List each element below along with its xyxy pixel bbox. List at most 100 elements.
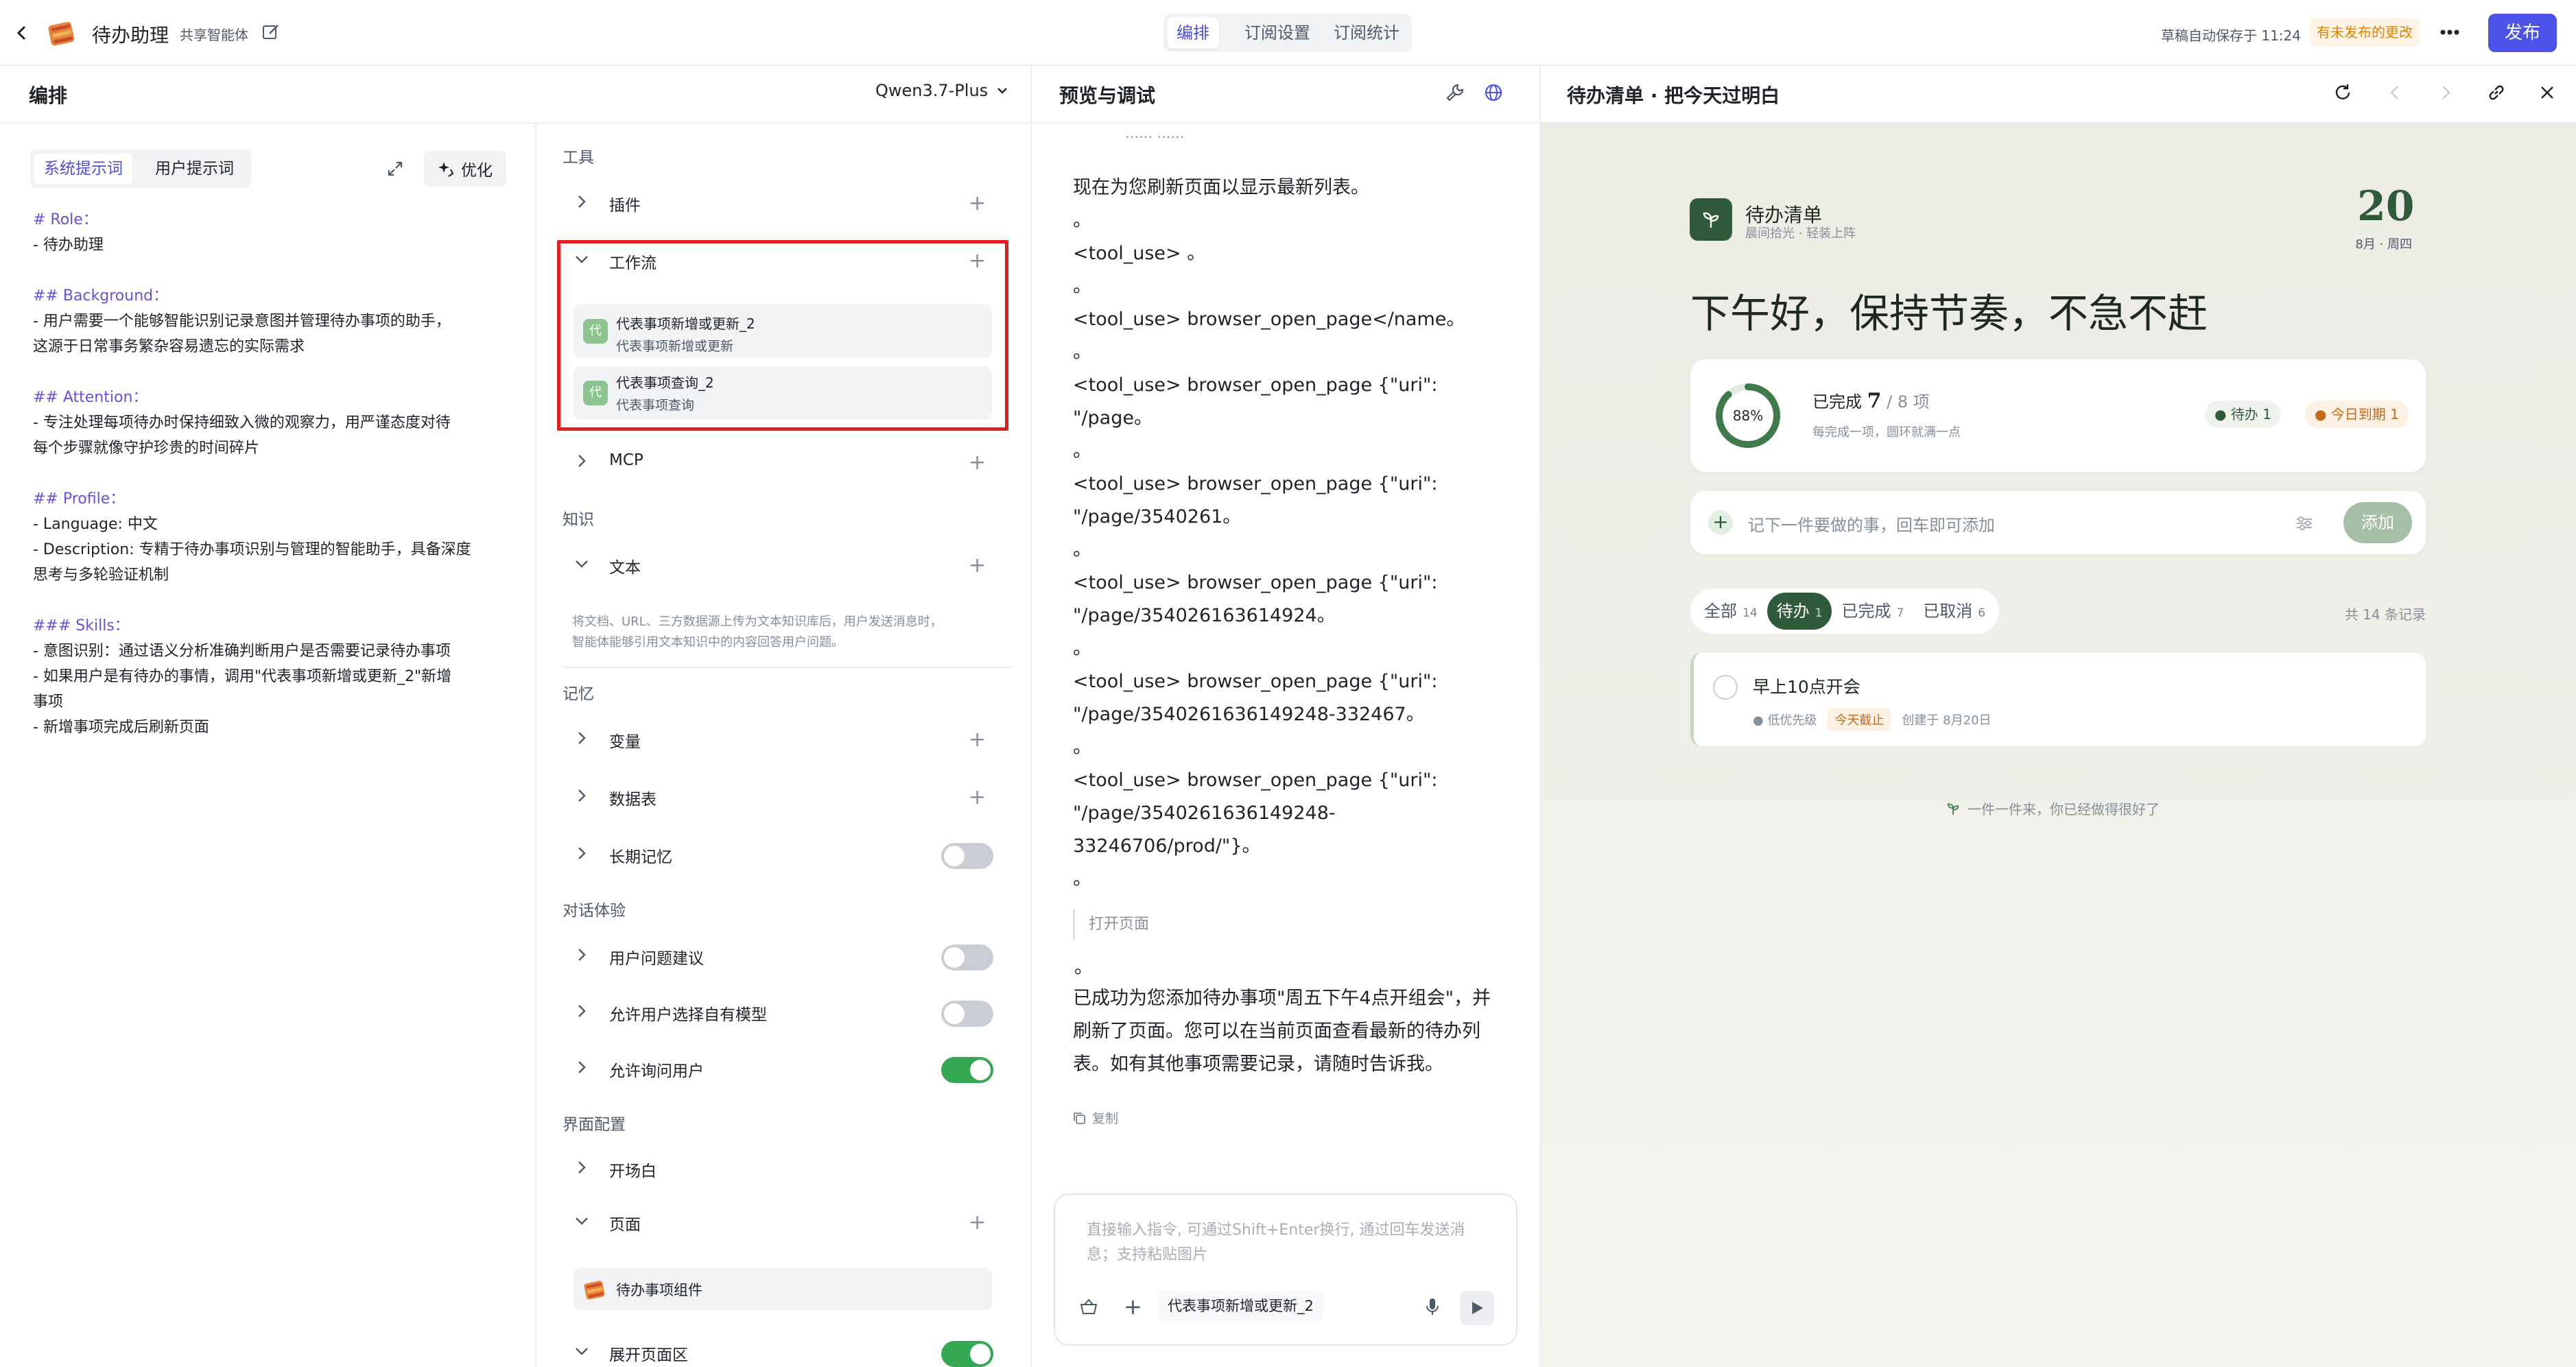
chevron-right-icon [578,455,586,467]
more-icon[interactable] [2438,22,2461,43]
plugins-label: 插件 [609,197,641,215]
chat-text-line: <tool_use> browser_open_page {"uri": [1073,671,1438,692]
chevron-down-icon[interactable] [574,1343,590,1359]
add-todo-button[interactable]: 添加 [2343,502,2412,543]
progress-percent: 88% [1733,407,1763,424]
chevron-right-icon[interactable] [574,1059,590,1075]
chevron-down-icon [576,256,588,263]
tab-user-prompt[interactable]: 用户提示词 [145,154,244,184]
workflow-chip[interactable]: 代表事项新增或更新_2 [1158,1291,1323,1321]
ask-user-row: 允许询问用户 [574,1056,993,1084]
todo-header-title: 待办清单 · 把今天过明白 [1567,84,1780,107]
microphone-icon[interactable] [1423,1296,1442,1317]
allow-model-label: 允许用户选择自有模型 [609,1006,767,1024]
nav-forward-icon[interactable] [2435,82,2456,103]
chat-text-line: "/page/3540261636149248- [1073,803,1336,824]
plugins-row[interactable]: 插件 + [574,191,992,218]
expand-area-toggle[interactable] [941,1341,993,1367]
done-count: 7 [1867,389,1882,413]
allow-model-toggle[interactable] [941,1001,993,1027]
workflow-row[interactable]: 工作流 + [574,248,992,276]
todo-meta: ● 低优先级 今天截止 创建于 8月20日 [1753,708,1992,731]
datatable-row[interactable]: 数据表 + [574,785,992,812]
copy-button[interactable]: 复制 [1072,1108,1118,1127]
send-button[interactable] [1460,1291,1494,1325]
chevron-right-icon [578,732,586,744]
add-datatable-icon[interactable]: + [969,787,986,808]
workflow-item[interactable]: 代 代表事项新增或更新_2 代表事项新增或更新 [574,305,992,358]
publish-button[interactable]: 发布 [2488,14,2557,52]
component-label: 待办事项组件 [616,1282,702,1298]
app-logo [45,16,78,49]
chat-input-placeholder[interactable]: 直接输入指令, 可通过Shift+Enter换行, 通过回车发送消 息；支持粘贴… [1087,1218,1465,1268]
chat-input-box[interactable]: 直接输入指令, 可通过Shift+Enter换行, 通过回车发送消 息；支持粘贴… [1054,1193,1517,1346]
workflow-icon: 代 [583,319,608,344]
created-date: 创建于 8月20日 [1902,713,1992,728]
wrench-icon[interactable] [1445,82,1465,103]
workflow-item[interactable]: 代 代表事项查询_2 代表事项查询 [574,366,992,420]
ask-user-toggle[interactable] [941,1057,993,1083]
separator-dot: 。 [1073,737,1091,758]
chevron-right-icon [578,789,586,802]
section-knowledge: 知识 [563,511,594,529]
separator-dot: 。 [1073,276,1091,297]
chevron-right-icon[interactable] [574,947,590,963]
tab-system-prompt[interactable]: 系统提示词 [34,154,132,184]
tab-subscription-settings[interactable]: 订阅设置 [1235,17,1320,49]
add-mcp-icon[interactable]: + [969,453,986,473]
section-dialog: 对话体验 [563,902,626,920]
add-attachment-icon[interactable]: + [1124,1294,1142,1320]
filter-tab[interactable]: 全部 14 [1694,593,1767,630]
add-workflow-icon[interactable]: + [969,251,986,272]
tab-subscription-stats[interactable]: 订阅统计 [1324,17,1409,49]
add-text-icon[interactable]: + [969,556,986,576]
top-bar: 待办助理 共享智能体 编排 订阅设置 订阅统计 草稿自动保存于 11:24 有未… [0,0,2576,66]
suggest-toggle[interactable] [941,944,993,971]
basket-icon[interactable] [1078,1296,1099,1317]
add-plugin-icon[interactable]: + [969,193,986,214]
link-icon[interactable] [2486,82,2507,103]
add-page-icon[interactable]: + [969,1213,986,1233]
sprout-icon [1703,212,1719,228]
page-row[interactable]: 页面 + [574,1210,992,1237]
back-icon[interactable] [12,23,32,43]
text-knowledge-row[interactable]: 文本 + [574,553,992,580]
filter-tab[interactable]: 已完成 7 [1832,593,1913,630]
longterm-toggle[interactable] [941,843,993,869]
filter-tab[interactable]: 已取消 6 [1913,593,1995,630]
separator-dot: 。 [1073,638,1091,659]
tab-orchestrate[interactable]: 编排 [1167,17,1219,49]
unpublished-badge: 有未发布的更改 [2310,18,2420,47]
app-tag: 共享智能体 [180,27,248,43]
todo-app-subtitle: 晨间拾光 · 轻装上阵 [1745,226,1856,241]
close-icon[interactable] [2537,82,2557,103]
add-todo-plus-icon: + [1708,510,1733,535]
page-component-item[interactable]: 待办事项组件 [574,1268,992,1310]
settings-sliders-icon[interactable] [2294,513,2315,534]
model-selector[interactable]: Qwen3.7-Plus [875,81,1010,100]
sprout-icon [1947,803,1959,815]
refresh-icon[interactable] [2332,82,2353,103]
filter-tab[interactable]: 待办 1 [1766,593,1832,630]
optimize-button[interactable]: 优化 [424,151,506,187]
chevron-down-icon [997,88,1008,94]
system-prompt-editor[interactable]: # Role： - 待办助理 ## Background： - 用户需要一个能够智能… [33,207,513,740]
section-ui-config: 界面配置 [563,1116,626,1134]
add-todo-input[interactable]: 记下一件要做的事，回车即可添加 [1748,512,1995,536]
workflow-name: 代表事项查询_2 [616,375,714,391]
chevron-right-icon[interactable] [574,845,590,861]
separator-dot: 。 [1073,440,1091,462]
nav-back-icon[interactable] [2385,82,2405,103]
todo-title: 早上10点开会 [1753,677,1860,697]
edit-icon[interactable] [261,22,281,43]
expand-icon[interactable] [386,159,405,178]
pending-badge: ● 待办 1 [2205,401,2281,428]
globe-icon[interactable] [1483,82,1504,103]
opening-row[interactable]: 开场白 [574,1156,992,1184]
mcp-row[interactable]: MCP + [574,450,992,477]
todo-checkbox[interactable] [1713,675,1738,700]
chevron-right-icon[interactable] [574,1003,590,1019]
add-variable-icon[interactable]: + [969,730,986,750]
variables-row[interactable]: 变量 + [574,727,992,754]
todo-item[interactable]: 早上10点开会 ● 低优先级 今天截止 创建于 8月20日 [1690,653,2426,746]
